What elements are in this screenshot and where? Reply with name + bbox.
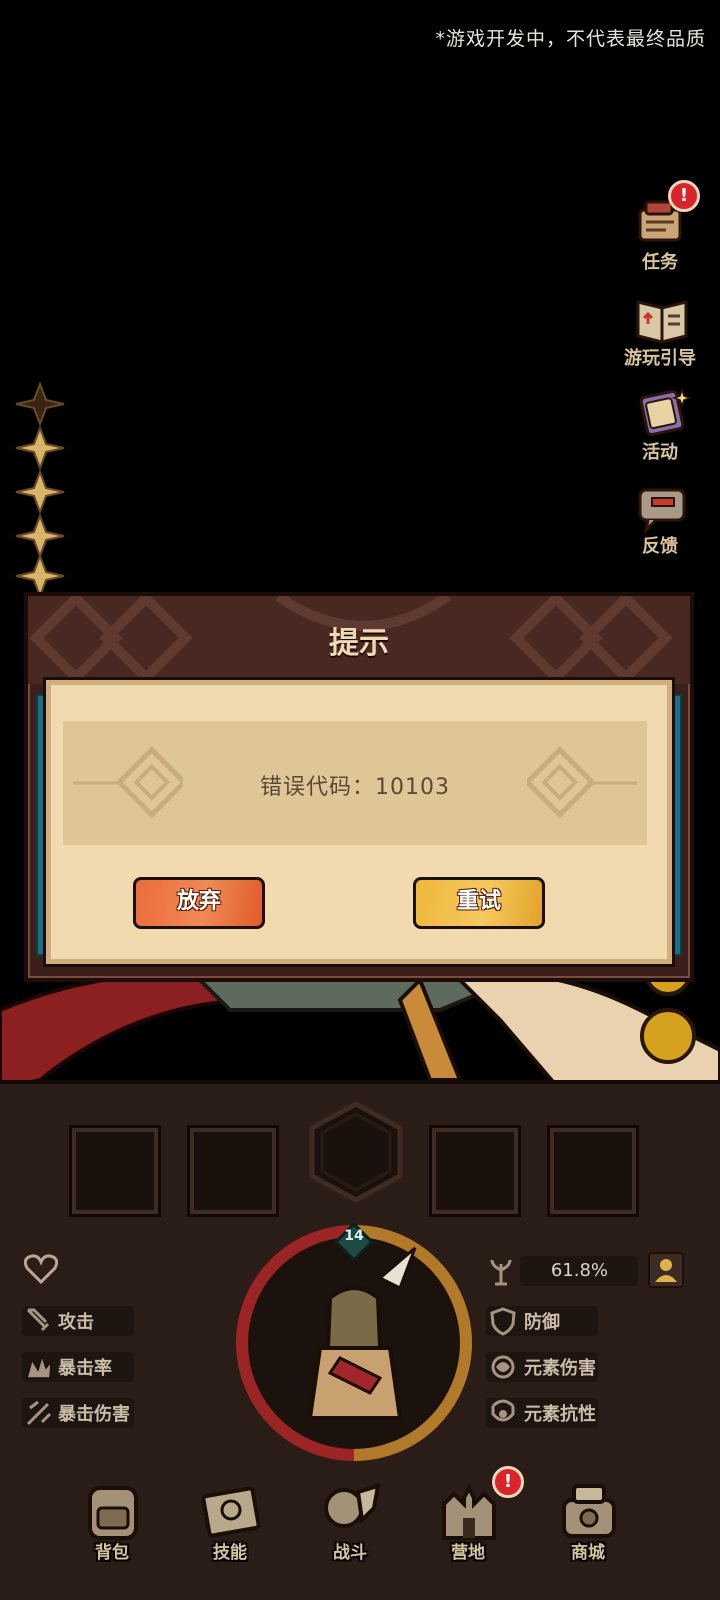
guide-book-icon [636,300,688,344]
trophy-plant-icon [490,1259,512,1286]
profile-button[interactable] [648,1252,684,1288]
nav-backpack[interactable]: 背包 [52,1460,172,1600]
side-item-label: 反馈 [642,536,678,557]
nav-shop[interactable]: 商城 [528,1460,648,1600]
side-item-label: 游玩引导 [624,348,696,369]
stat-label: 元素伤害 [524,1358,596,1379]
side-item-guide[interactable]: 游玩引导 [610,286,710,376]
element-damage-icon [491,1355,515,1379]
message-panel: 错误代码：10103 [63,721,647,845]
star-empty-icon [15,382,65,426]
camp-alert-badge: ! [492,1466,524,1498]
event-map-icon [639,387,690,437]
nav-skills[interactable]: 技能 [170,1460,290,1600]
bottom-navigation: 背包 技能 战斗 ! 营地 商城 [0,1460,720,1600]
nav-battle[interactable]: 战斗 [290,1460,410,1600]
abandon-button[interactable]: 放弃 [133,877,265,929]
feedback-chat-icon [638,488,686,534]
quest-alert-badge: ! [668,180,700,212]
error-message: 错误代码：10103 [260,775,450,800]
nav-label: 技能 [213,1543,247,1563]
equipment-slot[interactable] [550,1128,636,1214]
battle-icon [324,1483,381,1528]
dialog-header: 提示 [28,596,690,684]
sword-icon [26,1308,50,1332]
equipment-hex-slot[interactable] [308,1100,404,1204]
crit-rate-icon [26,1353,52,1379]
nav-label: 背包 [95,1543,129,1563]
retry-button[interactable]: 重试 [413,877,545,929]
equipment-slot[interactable] [190,1128,276,1214]
stat-label: 攻击 [58,1312,94,1333]
nav-label: 战斗 [333,1543,367,1563]
error-dialog: 提示 错误代码：10103 放弃 重试 [24,592,694,982]
shield-icon [490,1307,516,1336]
hero-level: 14 [344,1228,364,1244]
equipment-slot[interactable] [72,1128,158,1214]
star-filled-icon [15,426,65,470]
dialog-body: 错误代码：10103 放弃 重试 [46,680,672,964]
side-item-label: 活动 [642,442,678,463]
backpack-icon [88,1486,138,1540]
dialog-right-rail [672,694,682,956]
stat-label: 元素抗性 [524,1404,596,1425]
nav-label: 营地 [451,1543,485,1563]
nav-camp[interactable]: ! 营地 [408,1460,528,1600]
dev-disclaimer: *游戏开发中，不代表最终品质 [435,28,706,50]
element-resist-icon [491,1399,515,1422]
resource-percent: 61.8% [520,1256,638,1286]
equipment-slot[interactable] [432,1128,518,1214]
side-item-event[interactable]: 活动 [610,380,710,470]
star-filled-icon [15,514,65,558]
stat-label: 暴击率 [58,1358,112,1379]
stat-label: 防御 [524,1312,560,1333]
shop-icon [562,1484,616,1538]
star-filled-icon [15,470,65,514]
dialog-left-rail [36,694,46,956]
crit-damage-icon [26,1400,52,1426]
skill-book-icon [201,1486,261,1538]
nav-label: 商城 [571,1543,605,1563]
dialog-title: 提示 [329,626,389,661]
side-item-label: 任务 [642,252,678,273]
stat-label: 暴击伤害 [58,1404,130,1425]
side-item-quest[interactable]: ! 任务 [610,180,710,280]
user-icon [655,1259,677,1282]
heart-icon [24,1254,58,1284]
side-item-feedback[interactable]: 反馈 [610,474,710,564]
